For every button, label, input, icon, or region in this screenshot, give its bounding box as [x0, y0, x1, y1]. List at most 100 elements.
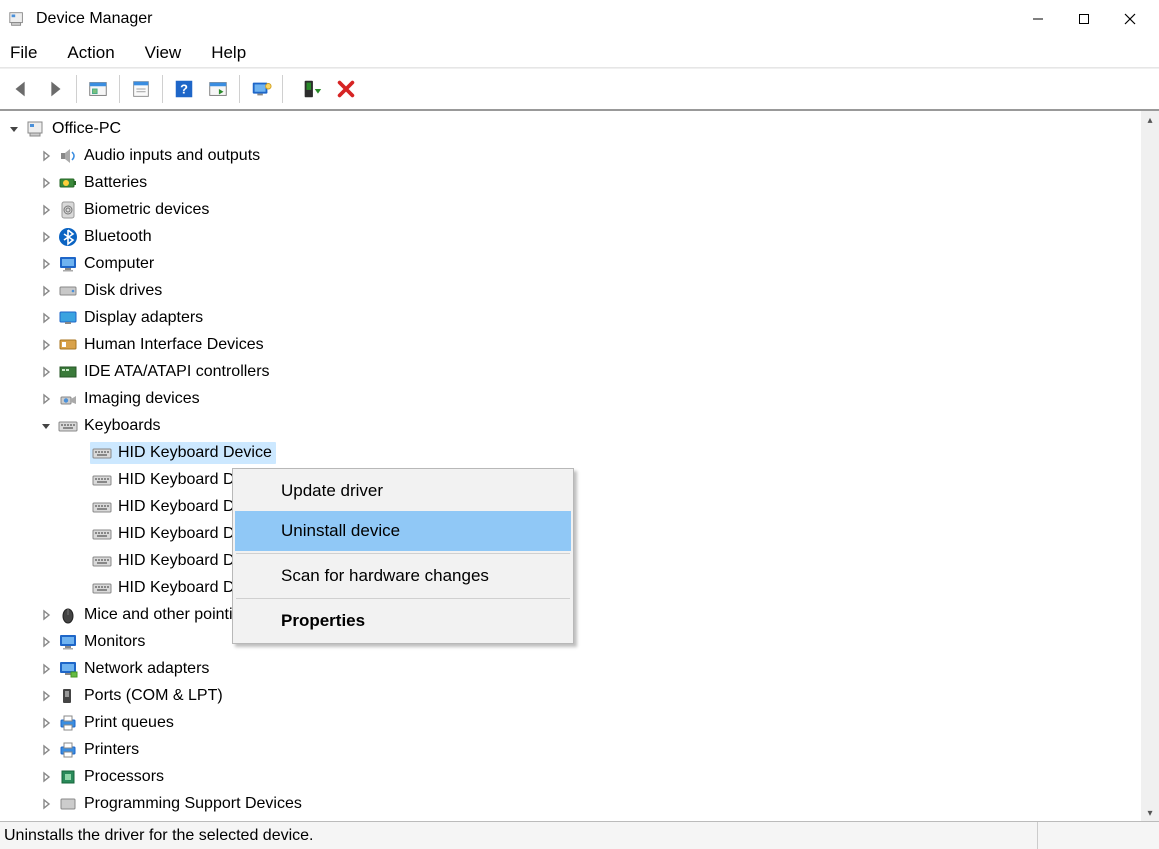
- tree-item-label: Bluetooth: [84, 228, 152, 246]
- tree-item-label: Ports (COM & LPT): [84, 687, 223, 705]
- keyboard-icon: [92, 524, 112, 544]
- toolbar-enable-device[interactable]: [295, 74, 329, 104]
- scroll-up-arrow[interactable]: ▴: [1141, 111, 1159, 129]
- chevron-right-icon[interactable]: [38, 391, 54, 407]
- keyboard-icon: [92, 470, 112, 490]
- context-menu-separator: [236, 598, 570, 599]
- tree-item[interactable]: HID Keyboard Device: [4, 439, 1141, 466]
- tree-item[interactable]: Display adapters: [4, 304, 1141, 331]
- tree-item-label: Network adapters: [84, 660, 209, 678]
- app-icon: [8, 10, 26, 28]
- mouse-icon: [58, 605, 78, 625]
- window-title: Device Manager: [36, 10, 153, 28]
- cpu-icon: [58, 767, 78, 787]
- chevron-right-icon[interactable]: [38, 796, 54, 812]
- bluetooth-icon: [58, 227, 78, 247]
- computer-icon: [26, 119, 46, 139]
- toolbar-show-hidden[interactable]: [81, 74, 115, 104]
- tree-item[interactable]: Disk drives: [4, 277, 1141, 304]
- chevron-down-icon[interactable]: [38, 418, 54, 434]
- toolbar-help[interactable]: ?: [167, 74, 201, 104]
- chevron-right-icon[interactable]: [38, 742, 54, 758]
- tree-item[interactable]: Batteries: [4, 169, 1141, 196]
- chevron-down-icon[interactable]: [6, 121, 22, 137]
- tree-item-label: Display adapters: [84, 309, 203, 327]
- chevron-right-icon[interactable]: [38, 175, 54, 191]
- tree-item[interactable]: Office-PC: [4, 115, 1141, 142]
- monitor2-icon: [58, 632, 78, 652]
- menu-help[interactable]: Help: [207, 41, 250, 65]
- disk-icon: [58, 281, 78, 301]
- tree-item[interactable]: Network adapters: [4, 655, 1141, 682]
- tree-item[interactable]: Programming Support Devices: [4, 790, 1141, 817]
- tree-item[interactable]: Print queues: [4, 709, 1141, 736]
- toolbar-scan-hardware[interactable]: [244, 74, 278, 104]
- prog-icon: [58, 794, 78, 814]
- tree-item[interactable]: Imaging devices: [4, 385, 1141, 412]
- context-menu-item[interactable]: Scan for hardware changes: [235, 556, 571, 596]
- chevron-right-icon[interactable]: [38, 202, 54, 218]
- toolbar: ?: [0, 69, 1159, 109]
- network-icon: [58, 659, 78, 679]
- toolbar-uninstall-device[interactable]: [329, 74, 363, 104]
- battery-icon: [58, 173, 78, 193]
- chevron-right-icon[interactable]: [38, 256, 54, 272]
- tree-item[interactable]: Biometric devices: [4, 196, 1141, 223]
- tree-item[interactable]: Ports (COM & LPT): [4, 682, 1141, 709]
- tree-item-label: Biometric devices: [84, 201, 209, 219]
- chevron-right-icon[interactable]: [38, 715, 54, 731]
- scroll-down-arrow[interactable]: ▾: [1141, 804, 1159, 822]
- chevron-right-icon[interactable]: [38, 337, 54, 353]
- monitor-icon: [58, 254, 78, 274]
- display-icon: [58, 308, 78, 328]
- close-button[interactable]: [1107, 4, 1153, 34]
- tree-item-label: Printers: [84, 741, 139, 759]
- fingerprint-icon: [58, 200, 78, 220]
- toolbar-properties[interactable]: [124, 74, 158, 104]
- context-menu-item[interactable]: Properties: [235, 601, 571, 641]
- tree-item[interactable]: IDE ATA/ATAPI controllers: [4, 358, 1141, 385]
- menubar: File Action View Help: [0, 38, 1159, 68]
- chevron-right-icon[interactable]: [38, 634, 54, 650]
- tree-item[interactable]: Audio inputs and outputs: [4, 142, 1141, 169]
- chevron-right-icon[interactable]: [38, 310, 54, 326]
- keyboard-icon: [92, 551, 112, 571]
- chevron-right-icon[interactable]: [38, 364, 54, 380]
- tree-item[interactable]: Bluetooth: [4, 223, 1141, 250]
- minimize-button[interactable]: [1015, 4, 1061, 34]
- tree-item[interactable]: Processors: [4, 763, 1141, 790]
- tree-item-label: HID Keyboard Device: [118, 444, 272, 462]
- toolbar-back[interactable]: [4, 74, 38, 104]
- menu-view[interactable]: View: [141, 41, 186, 65]
- toolbar-update-driver[interactable]: [201, 74, 235, 104]
- keyboard-icon: [92, 443, 112, 463]
- tree-item-label: Office-PC: [52, 120, 121, 138]
- context-menu: Update driverUninstall device Scan for ha…: [232, 468, 574, 644]
- chevron-right-icon[interactable]: [38, 688, 54, 704]
- context-menu-item[interactable]: Uninstall device: [235, 511, 571, 551]
- tree-item[interactable]: Printers: [4, 736, 1141, 763]
- menu-file[interactable]: File: [6, 41, 41, 65]
- window-controls: [1015, 4, 1153, 34]
- chevron-right-icon[interactable]: [38, 148, 54, 164]
- tree-item-label: Computer: [84, 255, 154, 273]
- chevron-right-icon[interactable]: [38, 769, 54, 785]
- tree-item-label: Programming Support Devices: [84, 795, 302, 813]
- tree-item[interactable]: Keyboards: [4, 412, 1141, 439]
- context-menu-item[interactable]: Update driver: [235, 471, 571, 511]
- titlebar: Device Manager: [0, 0, 1159, 38]
- maximize-button[interactable]: [1061, 4, 1107, 34]
- tree-item-label: Print queues: [84, 714, 174, 732]
- chevron-right-icon[interactable]: [38, 283, 54, 299]
- printer-icon: [58, 740, 78, 760]
- chevron-right-icon[interactable]: [38, 229, 54, 245]
- speaker-icon: [58, 146, 78, 166]
- menu-action[interactable]: Action: [63, 41, 118, 65]
- toolbar-forward[interactable]: [38, 74, 72, 104]
- tree-item[interactable]: Computer: [4, 250, 1141, 277]
- vertical-scrollbar[interactable]: ▴ ▾: [1141, 111, 1159, 822]
- chevron-right-icon[interactable]: [38, 661, 54, 677]
- chevron-right-icon[interactable]: [38, 607, 54, 623]
- device-tree[interactable]: Office-PC Audio inputs and outputsBatteri…: [0, 111, 1141, 822]
- tree-item[interactable]: Human Interface Devices: [4, 331, 1141, 358]
